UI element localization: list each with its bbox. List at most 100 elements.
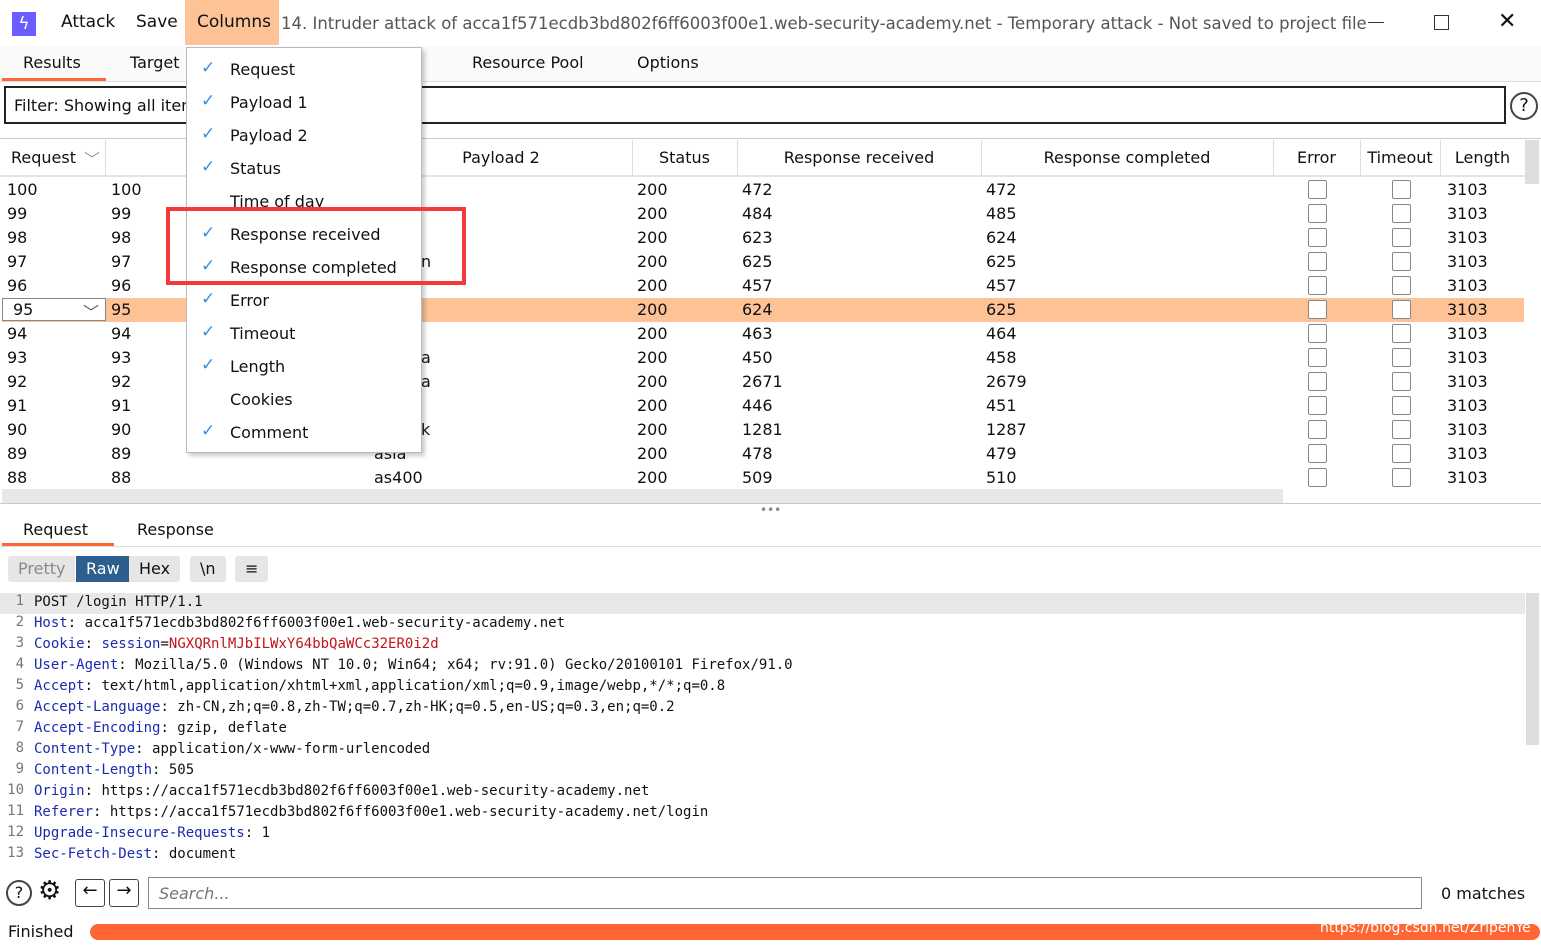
response-completed-cell: 458 xyxy=(986,348,1017,367)
status-cell: 200 xyxy=(637,324,668,343)
detail-tab-response[interactable]: Response xyxy=(137,520,214,539)
pretty-button[interactable]: Pretty xyxy=(8,556,76,582)
timeout-checkbox[interactable] xyxy=(1392,468,1411,487)
error-checkbox[interactable] xyxy=(1308,468,1327,487)
response-received-cell: 463 xyxy=(742,324,773,343)
response-received-cell: 509 xyxy=(742,468,773,487)
timeout-checkbox[interactable] xyxy=(1392,204,1411,223)
request-cell: 99 xyxy=(7,204,28,223)
status-cell: 200 xyxy=(637,444,668,463)
line-number: 3 xyxy=(15,635,24,651)
column-header[interactable]: Response received xyxy=(737,148,981,167)
hex-button[interactable]: Hex xyxy=(129,556,181,582)
timeout-checkbox[interactable] xyxy=(1392,252,1411,271)
search-input[interactable] xyxy=(148,877,1422,909)
error-checkbox[interactable] xyxy=(1308,204,1327,223)
line-number: 5 xyxy=(15,677,24,693)
status-cell: 200 xyxy=(637,204,668,223)
request-line: 11 Referer: https://acca1f571ecdb3bd802f6… xyxy=(0,803,1525,824)
newline-toggle-button[interactable]: \n xyxy=(190,556,226,582)
timeout-checkbox[interactable] xyxy=(1392,396,1411,415)
request-line: 3 Cookie: session=NGXQRnlMJbILWxY64bbQaWC… xyxy=(0,635,1525,656)
timeout-checkbox[interactable] xyxy=(1392,300,1411,319)
response-completed-cell: 2679 xyxy=(986,372,1027,391)
raw-button[interactable]: Raw xyxy=(76,556,130,582)
column-header[interactable]: Response completed xyxy=(981,148,1273,167)
check-icon: ✓ xyxy=(201,355,216,375)
table-row[interactable]: 88 88 as400 200 509 510 3103 xyxy=(2,466,1524,490)
columns-menu-item[interactable]: Cookies xyxy=(187,384,421,417)
tab-active-indicator xyxy=(2,78,106,81)
gear-icon[interactable]: ⚙ xyxy=(38,876,61,906)
request-editor[interactable]: 1 POST /login HTTP/1.1 2 Host: acca1f571ecd… xyxy=(0,593,1541,873)
line-number: 10 xyxy=(7,782,24,798)
columns-menu-item[interactable]: ✓ Length xyxy=(187,351,421,384)
error-checkbox[interactable] xyxy=(1308,180,1327,199)
line-number: 13 xyxy=(7,845,24,861)
menu-icon[interactable]: ≡ xyxy=(235,556,269,582)
timeout-checkbox[interactable] xyxy=(1392,348,1411,367)
timeout-checkbox[interactable] xyxy=(1392,420,1411,439)
status-cell: 200 xyxy=(637,300,668,319)
error-checkbox[interactable] xyxy=(1308,348,1327,367)
length-cell: 3103 xyxy=(1447,396,1488,415)
column-divider xyxy=(1440,140,1441,176)
back-button[interactable]: ← xyxy=(75,879,105,907)
tab-options[interactable]: Options xyxy=(637,53,699,72)
timeout-checkbox[interactable] xyxy=(1392,228,1411,247)
timeout-checkbox[interactable] xyxy=(1392,324,1411,343)
error-checkbox[interactable] xyxy=(1308,444,1327,463)
columns-menu-item[interactable]: ✓ Request xyxy=(187,54,421,87)
payload1-cell: 92 xyxy=(111,372,132,391)
request-cell: 91 xyxy=(7,396,28,415)
timeout-checkbox[interactable] xyxy=(1392,180,1411,199)
columns-menu-item[interactable]: ✓ Payload 2 xyxy=(187,120,421,153)
timeout-checkbox[interactable] xyxy=(1392,372,1411,391)
menu-attack[interactable]: Attack xyxy=(61,12,115,32)
menu-columns[interactable]: Columns xyxy=(185,0,279,45)
close-button[interactable]: ✕ xyxy=(1498,9,1516,34)
check-icon: ✓ xyxy=(201,421,216,441)
column-header[interactable]: Timeout xyxy=(1360,148,1440,167)
column-header[interactable]: Length xyxy=(1440,148,1525,167)
menu-save[interactable]: Save xyxy=(136,12,178,32)
tab-resource-pool[interactable]: Resource Pool xyxy=(472,53,584,72)
error-checkbox[interactable] xyxy=(1308,252,1327,271)
columns-menu-item[interactable]: ✓ Status xyxy=(187,153,421,186)
columns-menu-item[interactable]: ✓ Error xyxy=(187,285,421,318)
columns-menu-item[interactable]: ✓ Comment xyxy=(187,417,421,450)
vertical-scrollbar[interactable] xyxy=(1525,140,1539,184)
watermark: https://blog.csdn.net/ZripenYe xyxy=(1320,920,1531,936)
tab-target[interactable]: Target xyxy=(130,53,180,72)
maximize-button[interactable] xyxy=(1434,15,1449,30)
columns-menu-item[interactable]: ✓ Payload 1 xyxy=(187,87,421,120)
line-number: 8 xyxy=(15,740,24,756)
request-cell-editor[interactable]: 95 ﹀ xyxy=(2,298,106,322)
tab-results[interactable]: Results xyxy=(23,53,81,72)
forward-button[interactable]: → xyxy=(109,879,139,907)
error-checkbox[interactable] xyxy=(1308,228,1327,247)
error-checkbox[interactable] xyxy=(1308,276,1327,295)
error-checkbox[interactable] xyxy=(1308,396,1327,415)
error-checkbox[interactable] xyxy=(1308,300,1327,319)
timeout-checkbox[interactable] xyxy=(1392,444,1411,463)
error-checkbox[interactable] xyxy=(1308,324,1327,343)
error-checkbox[interactable] xyxy=(1308,372,1327,391)
editor-scrollbar[interactable] xyxy=(1526,593,1539,745)
line-number: 4 xyxy=(15,656,24,672)
line-number: 11 xyxy=(7,803,24,819)
error-checkbox[interactable] xyxy=(1308,420,1327,439)
minimize-button[interactable] xyxy=(1368,22,1384,23)
columns-menu-item[interactable]: ✓ Timeout xyxy=(187,318,421,351)
column-header[interactable]: Status xyxy=(632,148,737,167)
menu-columns-label: Columns xyxy=(197,12,271,32)
timeout-checkbox[interactable] xyxy=(1392,276,1411,295)
response-received-cell: 457 xyxy=(742,276,773,295)
detail-tab-request[interactable]: Request xyxy=(23,520,88,539)
column-divider xyxy=(105,140,106,176)
help-icon[interactable]: ? xyxy=(1510,92,1538,120)
help-icon-bottom[interactable]: ? xyxy=(6,880,32,906)
column-header[interactable]: Error xyxy=(1273,148,1360,167)
line-number: 1 xyxy=(15,593,24,609)
horizontal-scrollbar[interactable] xyxy=(2,489,1283,503)
